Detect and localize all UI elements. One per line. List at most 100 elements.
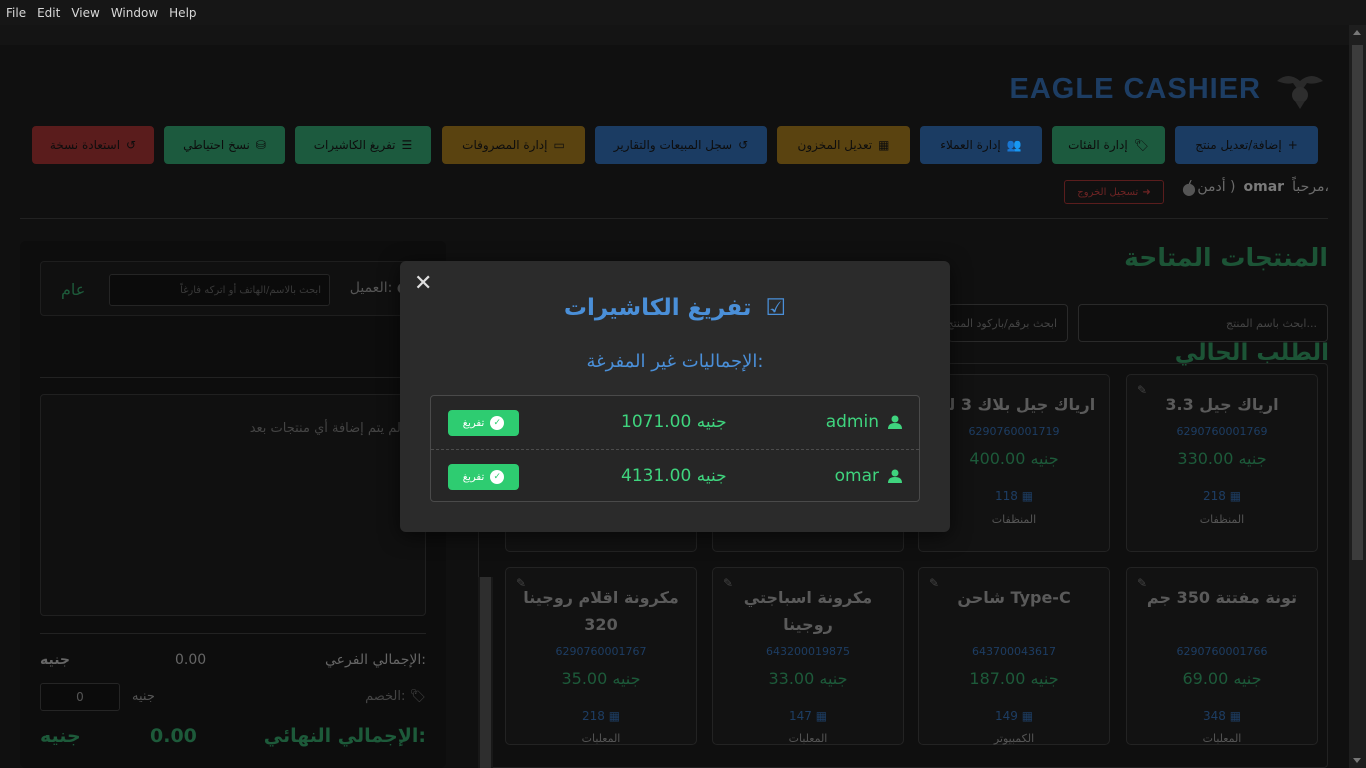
scroll-down-icon[interactable] [1353, 758, 1361, 763]
undo-icon: ↺ [126, 138, 137, 152]
inventory-button[interactable]: تعديل المخزون ▦ [777, 126, 910, 164]
product-category: المعلبات [581, 732, 621, 745]
product-card[interactable]: ✎ مكرونة اقلام روجينا 320 6290760001767 … [505, 567, 697, 745]
stock-value: 147 [788, 709, 812, 723]
boxes-icon: ▦ [608, 709, 621, 723]
brand: EAGLE CASHIER [1010, 67, 1327, 111]
menu-window[interactable]: Window [111, 6, 158, 20]
menu-view[interactable]: View [71, 6, 99, 20]
stock-value: 218 [581, 709, 605, 723]
top-strip [0, 25, 1349, 45]
total-label: الإجمالي النهائي: [263, 725, 426, 747]
product-stock: 149 ▦ [919, 709, 1109, 723]
product-barcode-search-input[interactable]: ابحث برقم/باركود المنتج [948, 304, 1068, 342]
product-barcode: 643700043617 [972, 645, 1056, 658]
product-price: 69.00 جنيه [1182, 669, 1262, 688]
user-circle-icon: ● [1182, 179, 1196, 198]
categories-label: إدارة الفئات [1068, 138, 1128, 152]
cashier-amount: 1071.00 جنيه [621, 412, 727, 432]
tasks-icon: ☰ [401, 138, 413, 152]
product-name-search-input[interactable]: ابحث باسم المنتج... [1078, 304, 1328, 342]
add-product-button[interactable]: إضافة/تعديل منتج + [1175, 126, 1318, 164]
sign-out-icon: ➜ [1142, 186, 1151, 198]
boxes-icon: ▦ [1229, 489, 1242, 503]
discount-currency: جنيه [132, 689, 155, 704]
clear-cashier-button[interactable]: تفريغ ✓ [448, 464, 519, 490]
menubar: File Edit View Window Help [0, 0, 1366, 25]
scroll-up-icon[interactable] [1353, 30, 1361, 35]
cashier-list: admin 1071.00 جنيه تفريغ ✓ omar 4131.00 … [430, 395, 920, 502]
product-price: 35.00 جنيه [561, 669, 641, 688]
clear-cashier-button[interactable]: تفريغ ✓ [448, 410, 519, 436]
product-price: 187.00 جنيه [969, 669, 1059, 688]
restore-button[interactable]: استعادة نسخة ↺ [32, 126, 154, 164]
scroll-thumb[interactable] [1352, 45, 1363, 560]
product-category: المعلبات [1202, 732, 1242, 745]
order-title: الطلب الحالي [1174, 340, 1329, 366]
modal-title: تفريغ الكاشيرات ☑ [400, 295, 950, 321]
stock-value: 348 [1202, 709, 1226, 723]
product-stock: 147 ▦ [713, 709, 903, 723]
users-icon: 👥 [1006, 138, 1022, 152]
customer-default: عام [61, 280, 86, 299]
customer-search-input[interactable]: ابحث بالاسم/الهاتف أو اتركه فارغاً [109, 274, 330, 306]
product-card[interactable]: ✎ تونة مفتتة 350 جم 6290760001766 69.00 … [1126, 567, 1318, 745]
logout-label: تسجيل الخروج [1077, 186, 1139, 198]
welcome-prefix: مرحباً، [1292, 179, 1329, 195]
customer-box: العميل: ● ابحث بالاسم/الهاتف أو اتركه فا… [40, 261, 428, 316]
restore-label: استعادة نسخة [49, 138, 121, 152]
product-category: المعلبات [788, 732, 828, 745]
close-icon[interactable]: ✕ [414, 273, 432, 295]
total-currency: جنيه [40, 725, 81, 747]
cashier-clear-button[interactable]: تفريغ الكاشيرات ☰ [295, 126, 431, 164]
product-name: شاحن Type-C [957, 588, 1071, 607]
database-icon: ⛁ [255, 138, 266, 152]
modal-title-text: تفريغ الكاشيرات [563, 295, 752, 321]
logout-button[interactable]: تسجيل الخروج ➜ [1064, 180, 1164, 204]
products-scrollbar[interactable] [478, 577, 493, 768]
subtotal-label: الإجمالي الفرعي: [325, 652, 426, 668]
boxes-icon: ▦ [1021, 489, 1034, 503]
customers-label: إدارة العملاء [940, 138, 1001, 152]
menu-edit[interactable]: Edit [37, 6, 60, 20]
product-card[interactable]: ✎ شاحن Type-C 643700043617 187.00 جنيه 1… [918, 567, 1110, 745]
backup-button[interactable]: نسخ احتياطي ⛁ [164, 126, 285, 164]
discount-label-text: الخصم: [365, 689, 406, 704]
product-card[interactable]: ✎ مكرونة اسباجتي روجينا 643200019875 33.… [712, 567, 904, 745]
product-barcode: 643200019875 [766, 645, 850, 658]
menu-file[interactable]: File [6, 6, 26, 20]
products-scroll-thumb[interactable] [480, 577, 491, 768]
window-scrollbar[interactable] [1349, 25, 1366, 768]
product-stock: 218 ▦ [506, 709, 696, 723]
product-stock: 218 ▦ [1127, 489, 1317, 503]
product-card[interactable]: ✎ ارياك جيل 3.3 6290760001769 330.00 جني… [1126, 374, 1318, 552]
user-icon [888, 469, 902, 483]
total-value: 0.00 [150, 725, 197, 747]
product-name: ارياك جيل 3.3 [1165, 395, 1279, 414]
product-category: الكمبيوتر [993, 732, 1035, 745]
brand-title: EAGLE CASHIER [1009, 72, 1261, 105]
list-item: omar 4131.00 جنيه تفريغ ✓ [431, 449, 919, 502]
menu-help[interactable]: Help [169, 6, 196, 20]
discount-input[interactable]: 0 [40, 683, 120, 711]
stock-value: 218 [1202, 489, 1226, 503]
sales-history-label: سجل المبيعات والتقارير [613, 138, 733, 152]
summary-divider [40, 633, 426, 634]
order-empty-text: لم يتم إضافة أي منتجات بعد. [249, 421, 405, 436]
modal-subtitle: الإجماليات غير المفرغة: [586, 351, 764, 372]
product-price: 33.00 جنيه [768, 669, 848, 688]
cashier-amount: 4131.00 جنيه [621, 466, 727, 486]
categories-button[interactable]: إدارة الفئات 🏷 [1052, 126, 1165, 164]
user-icon [888, 415, 902, 429]
discount-label: الخصم: 🏷 [365, 689, 426, 704]
customers-button[interactable]: إدارة العملاء 👥 [920, 126, 1042, 164]
history-icon: ↺ [738, 138, 749, 152]
eagle-logo-icon [1273, 67, 1327, 111]
subtotal-value: 0.00 [175, 652, 207, 668]
sales-history-button[interactable]: سجل المبيعات والتقارير ↺ [595, 126, 767, 164]
check-circle-icon: ✓ [490, 470, 505, 484]
clear-button-label: تفريغ [462, 471, 485, 483]
cashier-clear-label: تفريغ الكاشيرات [313, 138, 396, 152]
expenses-button[interactable]: إدارة المصروفات ▭ [442, 126, 585, 164]
stock-value: 118 [994, 489, 1018, 503]
